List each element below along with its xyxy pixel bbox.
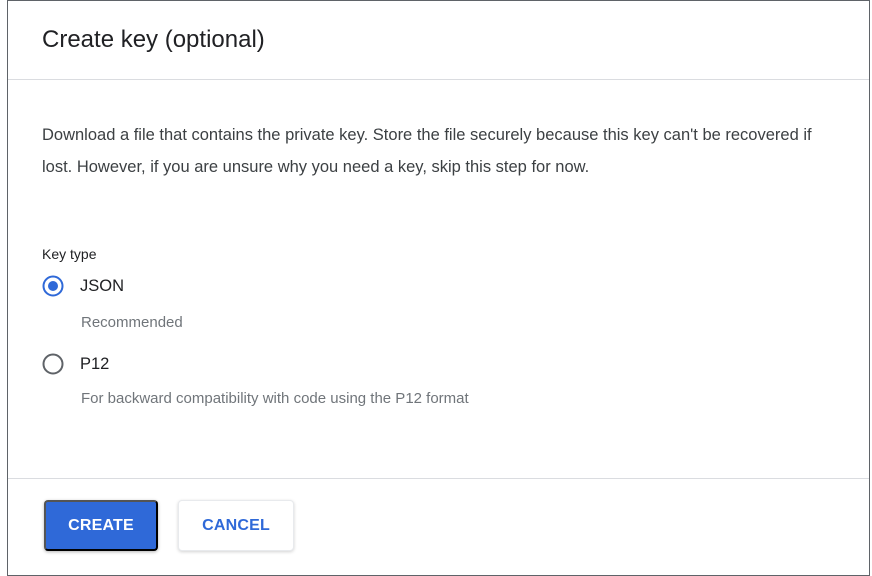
create-button[interactable]: CREATE [44,500,158,551]
option-hint-json: Recommended [81,314,183,331]
option-label-p12: P12 [80,354,110,373]
dialog-footer: CREATE CANCEL [8,478,869,576]
option-label-json: JSON [80,276,125,295]
radio-checked-icon[interactable] [42,275,64,297]
key-type-option-p12[interactable]: P12 [42,353,109,375]
dialog-title: Create key (optional) [42,26,265,53]
key-type-label: Key type [42,246,97,262]
create-key-dialog: Create key (optional) Download a file th… [7,0,870,576]
radio-unchecked-icon[interactable] [42,353,64,375]
dialog-header: Create key (optional) [8,1,869,80]
cancel-button[interactable]: CANCEL [178,500,294,551]
option-hint-p12: For backward compatibility with code usi… [81,390,469,407]
key-type-option-json[interactable]: JSON [42,275,124,297]
dialog-description: Download a file that contains the privat… [42,126,812,176]
